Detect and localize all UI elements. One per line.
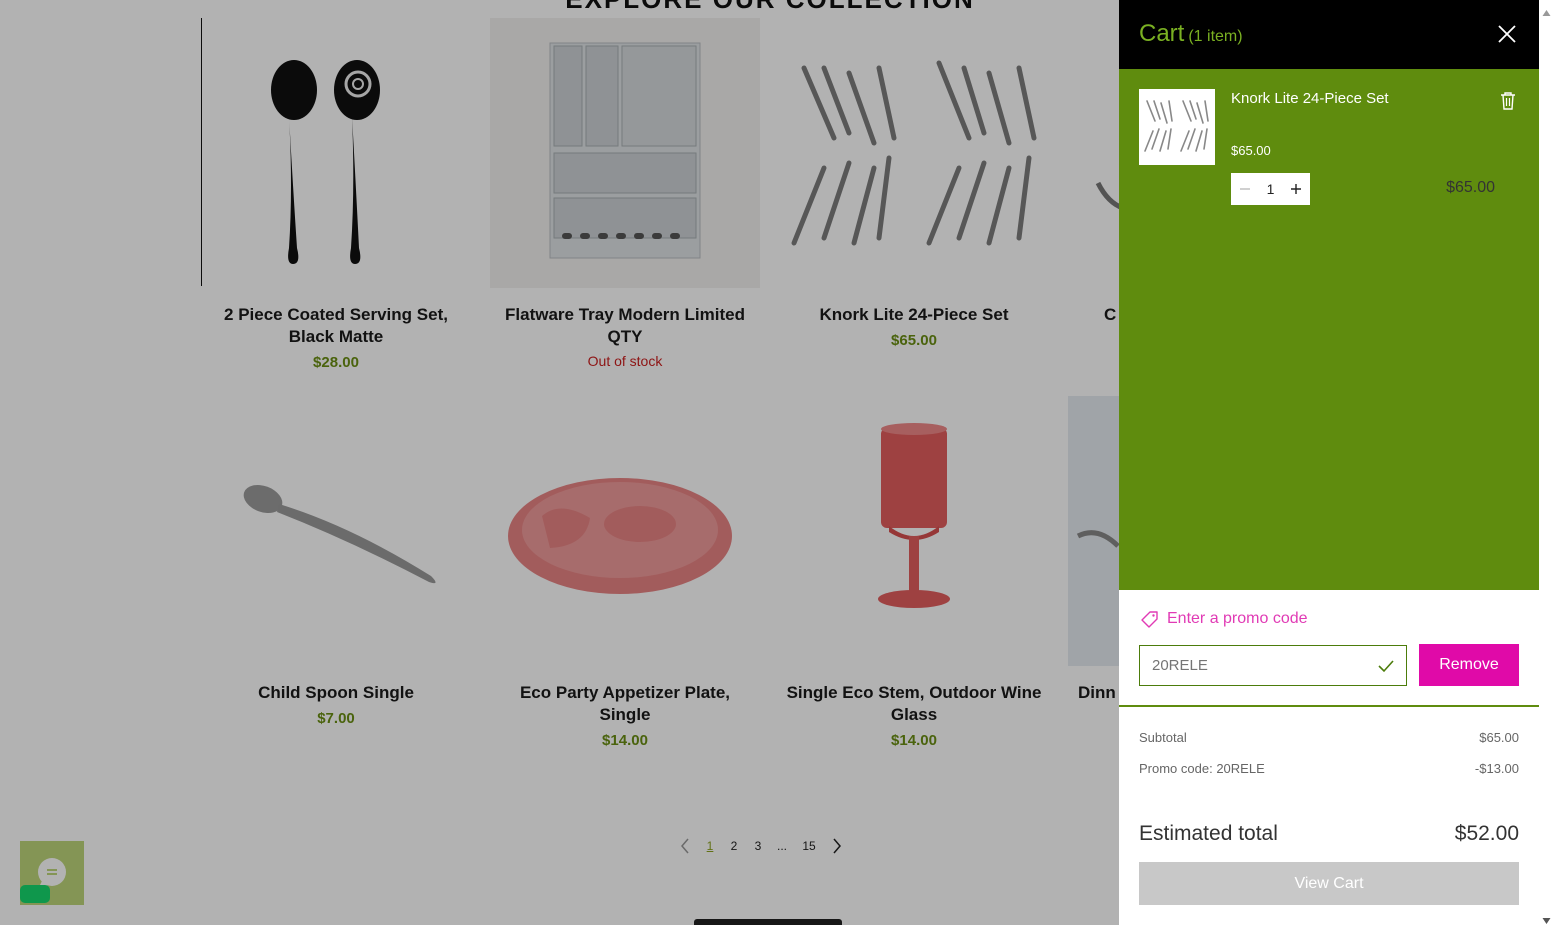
cart-header: Cart (1 item) — [1119, 0, 1539, 69]
product-card[interactable]: Child Spoon Single $7.00 — [201, 396, 471, 727]
plus-icon[interactable] — [1282, 173, 1310, 205]
product-price: $14.00 — [891, 732, 937, 749]
page-link[interactable]: 1 — [698, 839, 722, 853]
product-price: $14.00 — [602, 732, 648, 749]
promo-discount-value: -$13.00 — [1474, 761, 1519, 776]
promo-discount-row: Promo code: 20RELE -$13.00 — [1139, 761, 1519, 776]
subtotal-row: Subtotal $65.00 — [1139, 730, 1519, 745]
product-card[interactable]: Eco Party Appetizer Plate, Single $14.00 — [490, 396, 760, 749]
product-price: $28.00 — [313, 354, 359, 371]
scroll-handle[interactable] — [694, 919, 842, 925]
close-icon[interactable] — [1497, 24, 1517, 44]
quantity-stepper: 1 — [1231, 173, 1310, 205]
product-name[interactable]: Knork Lite 24-Piece Set — [779, 304, 1049, 326]
product-name[interactable]: Child Spoon Single — [201, 682, 471, 704]
trash-icon[interactable] — [1499, 91, 1517, 111]
section-title: EXPLORE OUR COLLECTION — [560, 0, 980, 15]
chevron-left-icon[interactable] — [672, 834, 698, 858]
subtotal-label: Subtotal — [1139, 730, 1187, 745]
promo-discount-label: Promo code: 20RELE — [1139, 761, 1265, 776]
chevron-right-icon[interactable] — [824, 834, 850, 858]
product-price: $65.00 — [891, 332, 937, 349]
estimated-total-value: $52.00 — [1454, 822, 1519, 845]
cart-drawer: Cart (1 item) Knork Lite 24-Piece Set $65… — [1119, 0, 1539, 925]
product-card[interactable]: Flatware Tray Modern Limited QTY Out of … — [490, 18, 760, 369]
page-ellipsis: ... — [776, 839, 787, 853]
page-link[interactable]: 15 — [794, 839, 824, 853]
promo-code-link[interactable]: Enter a promo code — [1141, 610, 1308, 628]
product-name[interactable]: Single Eco Stem, Outdoor Wine Glass — [779, 682, 1049, 726]
cart-item-thumbnail[interactable] — [1139, 89, 1215, 165]
scroll-up-icon[interactable] — [1542, 4, 1551, 16]
promo-code-input[interactable] — [1152, 657, 1378, 674]
chat-status-indicator — [20, 885, 50, 903]
product-card[interactable]: Single Eco Stem, Outdoor Wine Glass $14.… — [779, 396, 1049, 749]
product-name[interactable]: Flatware Tray Modern Limited QTY — [490, 304, 760, 348]
page-link[interactable]: 3 — [746, 839, 770, 853]
minus-icon[interactable] — [1231, 173, 1259, 205]
cart-title: Cart (1 item) — [1139, 20, 1243, 48]
pagination: 1 2 3 ... 15 — [672, 834, 850, 858]
remove-promo-button[interactable]: Remove — [1419, 644, 1519, 686]
estimated-total-label: Estimated total — [1139, 822, 1278, 845]
promo-code-field — [1139, 645, 1407, 686]
stock-status: Out of stock — [587, 353, 663, 369]
tag-icon — [1141, 611, 1158, 628]
product-image[interactable] — [490, 396, 760, 666]
estimated-total-row: Estimated total $52.00 — [1139, 822, 1519, 846]
cart-items: Knork Lite 24-Piece Set $65.00 1 $65.00 — [1119, 69, 1539, 590]
cart-title-text: Cart — [1139, 20, 1185, 47]
scroll-down-icon[interactable] — [1542, 912, 1551, 924]
check-icon — [1378, 659, 1394, 672]
product-name[interactable]: 2 Piece Coated Serving Set, Black Matte — [201, 304, 471, 348]
product-image[interactable] — [779, 18, 1049, 288]
product-card[interactable]: 2 Piece Coated Serving Set, Black Matte … — [201, 18, 471, 371]
product-image[interactable] — [779, 396, 1049, 666]
divider — [1119, 705, 1539, 707]
quantity-value[interactable]: 1 — [1259, 181, 1282, 197]
product-price: $7.00 — [317, 710, 355, 727]
promo-code-link-label: Enter a promo code — [1167, 610, 1308, 627]
cart-item-unit-price: $65.00 — [1231, 143, 1271, 158]
scrollbar[interactable] — [1539, 0, 1554, 925]
cart-item-line-total: $65.00 — [1446, 179, 1495, 196]
product-card[interactable]: Knork Lite 24-Piece Set $65.00 — [779, 18, 1049, 349]
product-image[interactable] — [201, 396, 471, 666]
product-name[interactable]: Eco Party Appetizer Plate, Single — [490, 682, 760, 726]
view-cart-button[interactable]: View Cart — [1139, 862, 1519, 905]
cart-item-count: (1 item) — [1188, 28, 1243, 45]
subtotal-value: $65.00 — [1479, 730, 1519, 745]
cart-item-name[interactable]: Knork Lite 24-Piece Set — [1231, 89, 1391, 109]
product-image[interactable] — [490, 18, 760, 288]
product-image[interactable] — [201, 18, 471, 288]
page-link[interactable]: 2 — [722, 839, 746, 853]
